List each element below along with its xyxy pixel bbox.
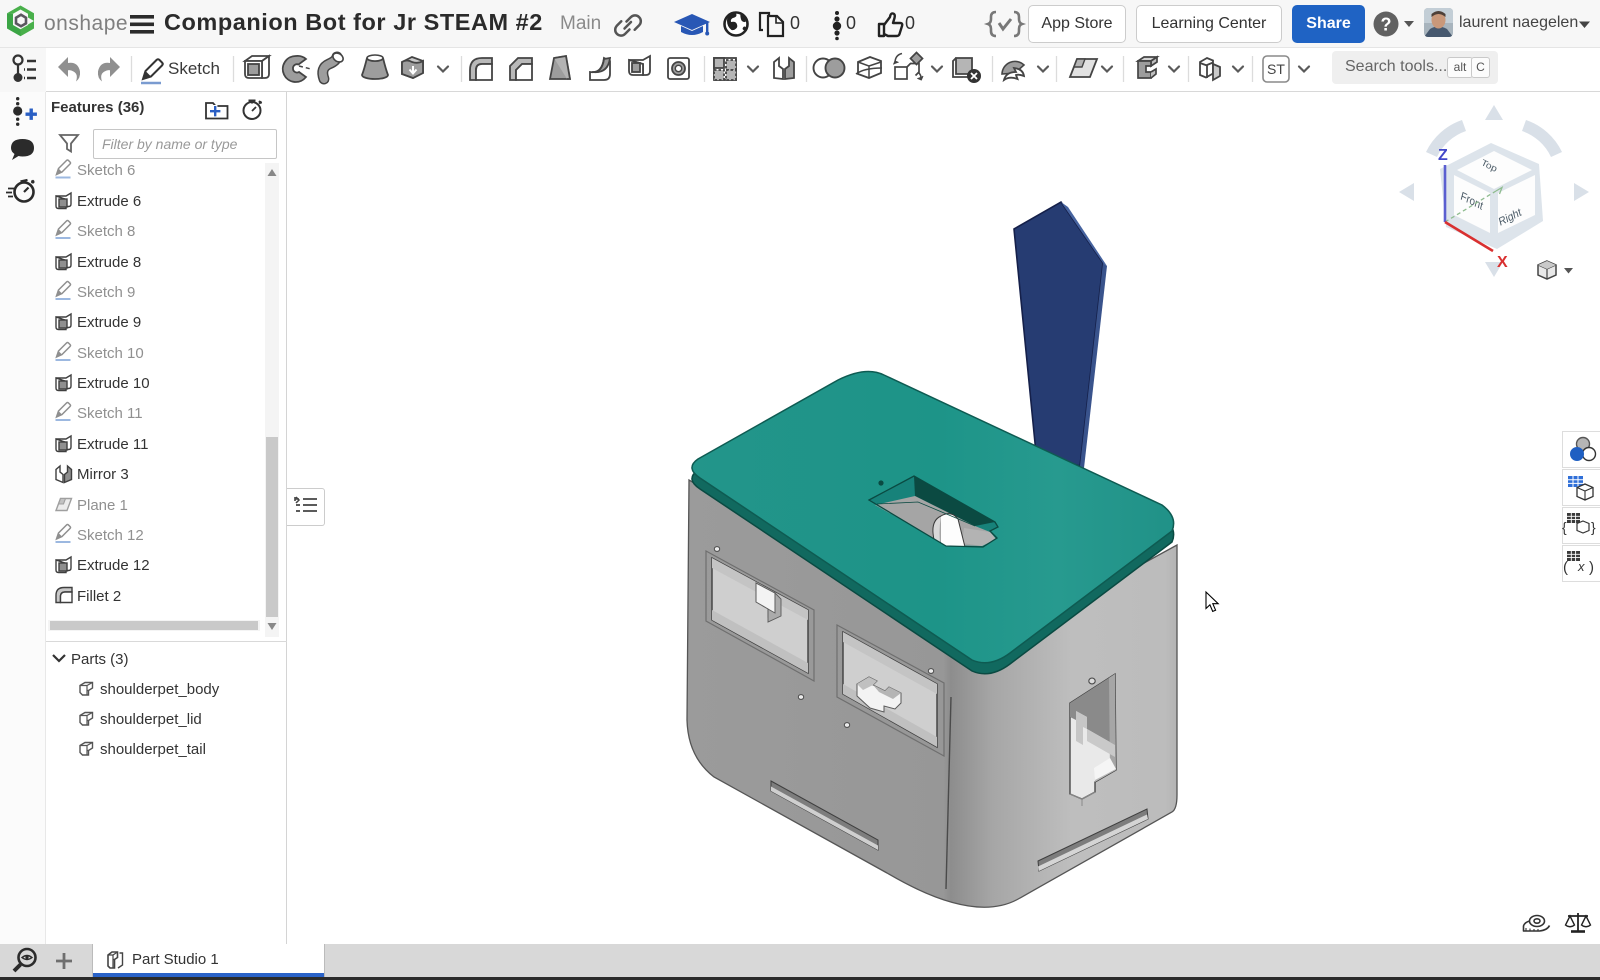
svg-text:?: ? bbox=[1381, 15, 1392, 35]
